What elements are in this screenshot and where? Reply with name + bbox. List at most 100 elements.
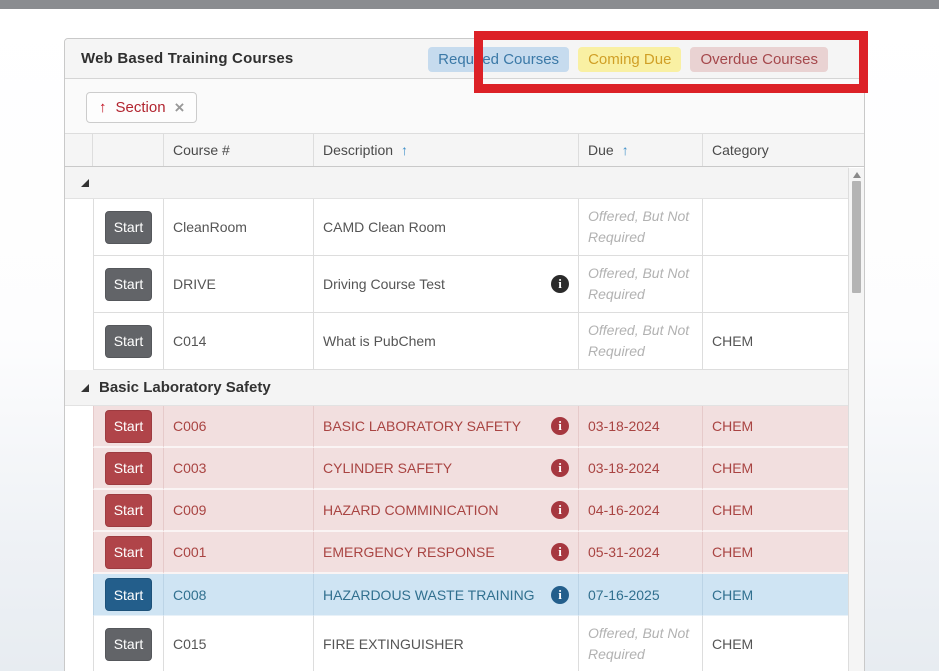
sort-ascending-icon: ↑ [622,142,629,158]
table-header-row: Course # Description ↑ Due ↑ Category [65,134,864,167]
header-expand-column [65,134,93,166]
status-legend: Required Courses Coming Due Overdue Cour… [428,47,828,72]
course-description: Driving Course Test [323,276,445,292]
panel-header: Web Based Training Courses Required Cour… [65,39,864,79]
group-indent [65,490,93,532]
course-description: HAZARDOUS WASTE TRAINING [323,587,535,603]
collapse-group-icon[interactable] [81,384,89,392]
course-description: HAZARD COMMINICATION [323,502,499,518]
sort-ascending-icon: ↑ [401,142,408,158]
grouping-toolbar: ↑ Section × [65,79,864,134]
category-value: CHEM [703,574,849,616]
header-course-number[interactable]: Course # [164,134,314,166]
table-body: Start CleanRoom CAMD Clean Room Offered,… [65,167,849,671]
course-description: EMERGENCY RESPONSE [323,544,495,560]
chip-label: Section [116,99,166,116]
header-description[interactable]: Description ↑ [314,134,579,166]
page: { "page": { "title": "Web Based Training… [0,0,939,671]
vertical-scrollbar[interactable] [848,168,864,671]
training-courses-panel: Web Based Training Courses Required Cour… [64,38,865,671]
start-button[interactable]: Start [105,494,153,527]
group-indent [65,256,93,313]
category-value: CHEM [703,490,849,532]
course-number: C006 [164,406,314,448]
info-icon[interactable]: i [551,501,569,519]
start-button[interactable]: Start [105,211,153,244]
course-number: C009 [164,490,314,532]
group-indent [65,616,93,671]
group-indent [65,199,93,256]
start-button[interactable]: Start [105,536,153,569]
category-value: CHEM [703,448,849,490]
due-value: Offered, But Not Required [588,263,702,305]
course-number: C015 [164,616,314,671]
legend-coming-due-badge: Coming Due [578,47,681,72]
remove-chip-icon[interactable]: × [175,99,185,116]
table-row: Start DRIVE Driving Course Test i Offere… [65,256,849,313]
group-indent [65,313,93,370]
info-icon[interactable]: i [551,586,569,604]
due-value: 05-31-2024 [579,532,703,574]
header-action-column [93,134,164,166]
info-icon[interactable]: i [551,275,569,293]
group-indent [65,574,93,616]
table-row: Start C008 HAZARDOUS WASTE TRAINING i 07… [65,574,849,616]
legend-required-badge: Required Courses [428,47,569,72]
category-value [703,256,849,313]
start-button[interactable]: Start [105,452,153,485]
course-description: BASIC LABORATORY SAFETY [323,418,521,434]
group-indent [65,532,93,574]
category-value: CHEM [703,616,849,671]
table-row: Start C006 BASIC LABORATORY SAFETY i 03-… [65,406,849,448]
course-description: CYLINDER SAFETY [323,460,452,476]
scrollbar-thumb[interactable] [852,181,861,293]
start-button[interactable]: Start [105,268,153,301]
course-number: DRIVE [164,256,314,313]
category-value [703,199,849,256]
table-row: Start C015 FIRE EXTINGUISHER Offered, Bu… [65,616,849,671]
course-description: FIRE EXTINGUISHER [323,636,464,652]
table-row: Start CleanRoom CAMD Clean Room Offered,… [65,199,849,256]
course-number: C003 [164,448,314,490]
header-category[interactable]: Category [703,134,849,166]
due-value: 07-16-2025 [579,574,703,616]
legend-overdue-badge: Overdue Courses [690,47,828,72]
due-value: 03-18-2024 [579,406,703,448]
group-indent [65,406,93,448]
info-icon[interactable]: i [551,459,569,477]
due-value: Offered, But Not Required [588,320,702,362]
section-group-chip[interactable]: ↑ Section × [86,92,197,123]
start-button[interactable]: Start [105,628,153,661]
group-label: Basic Laboratory Safety [99,379,271,396]
info-icon[interactable]: i [551,543,569,561]
group-header-row[interactable]: Basic Laboratory Safety [65,370,849,406]
course-number: CleanRoom [164,199,314,256]
table-row: Start C001 EMERGENCY RESPONSE i 05-31-20… [65,532,849,574]
table-row: Start C009 HAZARD COMMINICATION i 04-16-… [65,490,849,532]
category-value: CHEM [703,313,849,370]
browser-top-bar [0,0,939,9]
course-number: C014 [164,313,314,370]
course-number: C008 [164,574,314,616]
scroll-up-icon[interactable] [853,172,861,178]
group-header-row[interactable] [65,167,849,199]
start-button[interactable]: Start [105,410,153,443]
group-indent [65,448,93,490]
info-icon[interactable]: i [551,417,569,435]
sort-ascending-icon: ↑ [99,99,107,116]
collapse-group-icon[interactable] [81,179,89,187]
due-value: Offered, But Not Required [588,206,702,248]
table-row: Start C003 CYLINDER SAFETY i 03-18-2024 … [65,448,849,490]
table-row: Start C014 What is PubChem Offered, But … [65,313,849,370]
page-title: Web Based Training Courses [81,50,293,67]
course-description: What is PubChem [323,333,436,349]
due-value: 04-16-2024 [579,490,703,532]
course-number: C001 [164,532,314,574]
start-button[interactable]: Start [105,578,153,611]
course-description: CAMD Clean Room [323,219,446,235]
header-due[interactable]: Due ↑ [579,134,703,166]
category-value: CHEM [703,532,849,574]
due-value: Offered, But Not Required [588,623,702,665]
category-value: CHEM [703,406,849,448]
start-button[interactable]: Start [105,325,153,358]
